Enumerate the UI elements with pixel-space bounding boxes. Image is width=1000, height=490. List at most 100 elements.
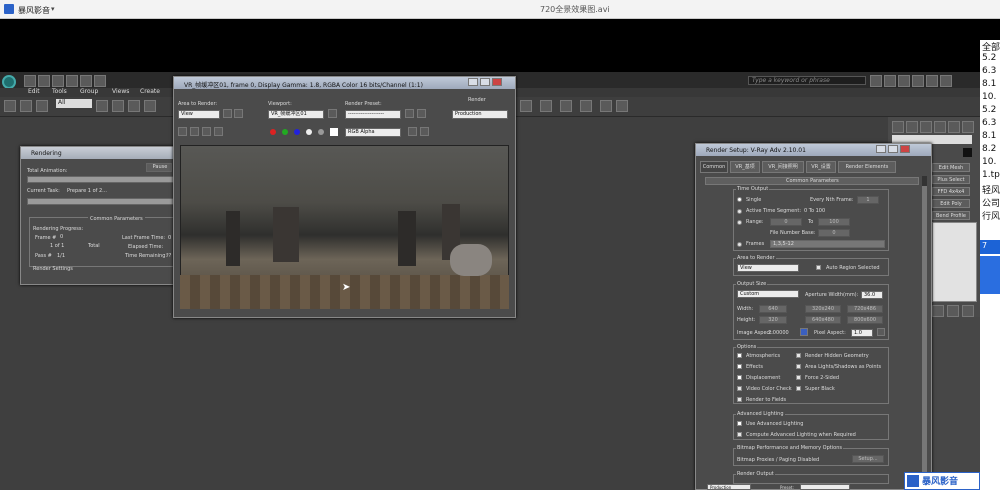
playlist-item[interactable]: 5.2 <box>982 105 996 115</box>
range-radio[interactable] <box>737 220 742 225</box>
pixel-aspect-lock-icon[interactable] <box>877 328 885 336</box>
link-icon[interactable] <box>20 100 32 112</box>
display-tab-icon[interactable] <box>948 121 960 133</box>
hierarchy-tab-icon[interactable] <box>920 121 932 133</box>
menu-views[interactable]: Views <box>112 88 129 95</box>
playlist-item[interactable]: 全部 <box>982 40 1000 53</box>
object-color-swatch[interactable] <box>963 148 972 157</box>
undo-icon[interactable] <box>66 75 78 87</box>
edit-mesh-button[interactable]: Edit Mesh <box>932 163 970 172</box>
setup-scrollbar-thumb[interactable] <box>922 186 927 476</box>
pause-button[interactable]: Pause <box>146 163 172 172</box>
vfb-window-title[interactable]: VR_帧缓冲区01, frame 0, Display Gamma: 1.8, … <box>174 77 515 89</box>
vfb-close-icon[interactable] <box>492 78 502 86</box>
production-dropdown[interactable]: Production <box>707 484 751 490</box>
preset-800x600-button[interactable]: 800x600 <box>847 316 883 324</box>
unlink-icon[interactable] <box>36 100 48 112</box>
display-correction-icon[interactable] <box>408 127 417 136</box>
search-icon[interactable] <box>870 75 882 87</box>
select-by-name-icon[interactable] <box>112 100 124 112</box>
bend-profile-button[interactable]: Bend Profile <box>932 211 970 220</box>
viewport-select[interactable]: VR_帧缓冲区01 <box>268 110 324 119</box>
render-mode-select[interactable]: Production <box>452 110 508 119</box>
pin-stack-icon[interactable] <box>932 305 944 317</box>
modify-tab-icon[interactable] <box>906 121 918 133</box>
preset-720x486-button[interactable]: 720x486 <box>847 305 883 313</box>
close-icon[interactable] <box>940 75 952 87</box>
tab-vr-settings[interactable]: VR_设置 <box>806 161 836 173</box>
render-hidden-checkbox[interactable] <box>796 353 801 358</box>
star-icon[interactable] <box>884 75 896 87</box>
frames-radio[interactable] <box>737 242 742 247</box>
video-color-check-checkbox[interactable] <box>737 386 742 391</box>
tab-common[interactable]: Common <box>700 161 728 173</box>
range-from-field[interactable]: 0 <box>770 218 802 226</box>
playlist-item[interactable]: 8.1 <box>982 131 996 141</box>
clone-vfb-icon[interactable] <box>190 127 199 136</box>
playlist-item[interactable]: 8.1 <box>982 79 996 89</box>
plus-select-button[interactable]: Plus Select <box>932 175 970 184</box>
create-tab-icon[interactable] <box>892 121 904 133</box>
every-nth-field[interactable]: 1 <box>857 196 879 204</box>
pixel-aspect-field[interactable]: 1.0 <box>851 329 873 337</box>
alpha-channel-icon[interactable] <box>306 129 312 135</box>
menu-tools[interactable]: Tools <box>52 88 67 95</box>
search-input[interactable]: Type a keyword or phrase <box>748 76 866 85</box>
playlist-item[interactable]: 10. <box>982 92 996 102</box>
vfb-minimize-icon[interactable] <box>468 78 478 86</box>
render-production-icon[interactable] <box>580 100 592 112</box>
tab-vr-base[interactable]: VR_基项 <box>730 161 760 173</box>
playlist-item-selected[interactable]: 7 <box>980 240 1000 254</box>
playlist-item[interactable]: 6.3 <box>982 66 996 76</box>
height-field[interactable]: 320 <box>759 316 787 324</box>
open-file-icon[interactable] <box>38 75 50 87</box>
file-number-base-field[interactable]: 0 <box>818 229 850 237</box>
playlist-item[interactable]: 8.2 <box>982 144 996 154</box>
playlist-item[interactable]: 10. <box>982 157 996 167</box>
undo-tool-icon[interactable] <box>4 100 16 112</box>
aperture-width-field[interactable]: 36.0 <box>861 291 883 299</box>
maximize-icon[interactable] <box>926 75 938 87</box>
render-preset-select[interactable]: -------------------- <box>345 110 401 119</box>
help-icon[interactable] <box>898 75 910 87</box>
output-preset-dropdown[interactable]: Custom <box>737 290 799 298</box>
render-setup-icon[interactable] <box>540 100 552 112</box>
force-2sided-checkbox[interactable] <box>796 375 801 380</box>
motion-tab-icon[interactable] <box>934 121 946 133</box>
render-fields-checkbox[interactable] <box>737 397 742 402</box>
range-to-field[interactable]: 100 <box>818 218 850 226</box>
lock-icon[interactable] <box>328 109 337 118</box>
utilities-tab-icon[interactable] <box>962 121 974 133</box>
show-end-result-icon[interactable] <box>947 305 959 317</box>
render-iterative-icon[interactable] <box>600 100 612 112</box>
material-editor-icon[interactable] <box>520 100 532 112</box>
preset-save-icon[interactable] <box>417 109 426 118</box>
preset-dropdown[interactable] <box>800 484 850 490</box>
render-settings-rollout[interactable]: Render Settings <box>33 266 73 272</box>
player-app-name[interactable]: 暴风影音 <box>18 5 50 16</box>
project-icon[interactable] <box>94 75 106 87</box>
playlist-item[interactable]: 5.2 <box>982 53 996 63</box>
channel-select[interactable]: RGB Alpha <box>345 128 401 137</box>
playlist-item[interactable]: 行风 <box>982 209 1000 222</box>
track-mouse-icon[interactable] <box>202 127 211 136</box>
chevron-down-icon[interactable]: ▾ <box>51 5 55 13</box>
setup-maximize-icon[interactable] <box>888 145 898 153</box>
playlist-selection-block[interactable] <box>980 256 1000 294</box>
clear-image-icon[interactable] <box>214 127 223 136</box>
background-swatch[interactable] <box>330 128 338 136</box>
preset-640x480-button[interactable]: 640x480 <box>805 316 841 324</box>
menu-edit[interactable]: Edit <box>28 88 40 95</box>
edit-poly-button[interactable]: Edit Poly <box>932 199 970 208</box>
select-object-icon[interactable] <box>96 100 108 112</box>
lock-aspect-icon[interactable] <box>800 328 808 336</box>
blue-channel-icon[interactable] <box>294 129 300 135</box>
mono-channel-icon[interactable] <box>318 129 324 135</box>
playlist-item[interactable]: 轻风 <box>982 183 1000 196</box>
bitmap-setup-button[interactable]: Setup... <box>852 455 884 463</box>
max-app-icon[interactable] <box>2 75 16 89</box>
tab-render-elements[interactable]: Render Elements <box>838 161 896 173</box>
remove-modifier-icon[interactable] <box>962 305 974 317</box>
modifier-stack-list[interactable] <box>932 222 977 302</box>
compute-advanced-lighting-checkbox[interactable] <box>737 432 742 437</box>
